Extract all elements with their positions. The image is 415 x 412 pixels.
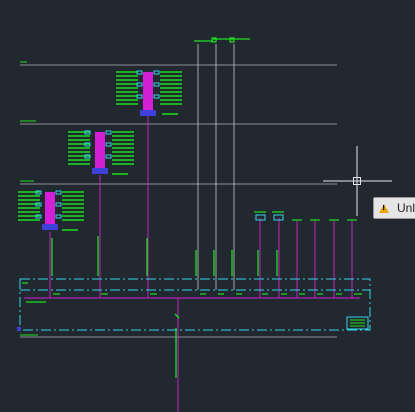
panel-block-middle bbox=[68, 130, 134, 175]
top-labels bbox=[194, 37, 250, 43]
floor-labels bbox=[20, 61, 38, 336]
riser-labels bbox=[51, 236, 278, 378]
panel-block-top bbox=[116, 70, 182, 116]
panel-legend-box bbox=[346, 316, 369, 330]
tooltip-text: Unl bbox=[397, 201, 415, 215]
cad-drawing-canvas[interactable] bbox=[0, 0, 415, 412]
white-risers bbox=[197, 44, 235, 290]
warning-icon bbox=[379, 203, 389, 213]
floor-lines bbox=[20, 64, 337, 338]
panel-block-bottom bbox=[18, 190, 84, 231]
right-boxes bbox=[254, 211, 357, 221]
breaker-marks bbox=[22, 282, 362, 303]
main-panel-frame bbox=[19, 278, 371, 331]
corner-marker bbox=[17, 327, 21, 331]
unloaded-warning-tooltip[interactable]: Unl bbox=[373, 197, 415, 219]
